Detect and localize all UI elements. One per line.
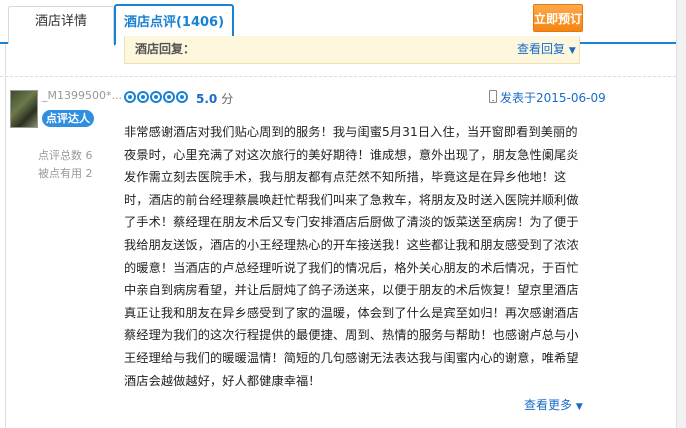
- rating-dot-icon: [163, 90, 175, 103]
- review-count: 点评总数 6: [38, 149, 93, 162]
- view-reply-link[interactable]: 查看回复 ▼: [517, 40, 576, 57]
- tab-hotel-details[interactable]: 酒店详情: [8, 6, 114, 44]
- reviewer-badge: 点评达人: [42, 110, 94, 127]
- reviewer-name[interactable]: _M1399500*...: [42, 89, 122, 102]
- rating-dot-icon: [124, 90, 136, 103]
- mobile-phone-icon: [489, 90, 497, 103]
- hotel-reply-box: 酒店回复： 查看回复 ▼: [124, 36, 580, 64]
- chevron-down-icon: ▼: [575, 402, 583, 412]
- see-more-link[interactable]: 查看更多 ▼: [524, 396, 583, 413]
- rating-score-unit: 分: [221, 92, 234, 106]
- hotel-reply-label: 酒店回复：: [135, 42, 196, 56]
- helpful-count: 被点有用 2: [38, 167, 93, 180]
- view-reply-label: 查看回复: [517, 42, 566, 56]
- review-divider: [0, 76, 676, 77]
- see-more-label: 查看更多: [524, 398, 573, 412]
- rating-dot-icon: [137, 90, 149, 103]
- content-left-border: [5, 44, 6, 428]
- posted-date: 发表于2015-06-09: [500, 91, 606, 105]
- review-text: 非常感谢酒店对我们贴心周到的服务！我与闺蜜5月31日入住，当开窗即看到美丽的夜景…: [124, 125, 579, 388]
- book-now-button[interactable]: 立即预订: [533, 4, 583, 32]
- avatar[interactable]: [10, 90, 38, 128]
- rating-dot-icon: [150, 90, 162, 103]
- rating-score-value: 5.0: [196, 92, 218, 106]
- rating-score: 5.0 分: [196, 90, 233, 107]
- rating-dots: [124, 89, 189, 105]
- scrollbar-track[interactable]: [676, 0, 686, 428]
- chevron-down-icon: ▼: [568, 46, 576, 56]
- rating-dot-icon: [176, 90, 188, 103]
